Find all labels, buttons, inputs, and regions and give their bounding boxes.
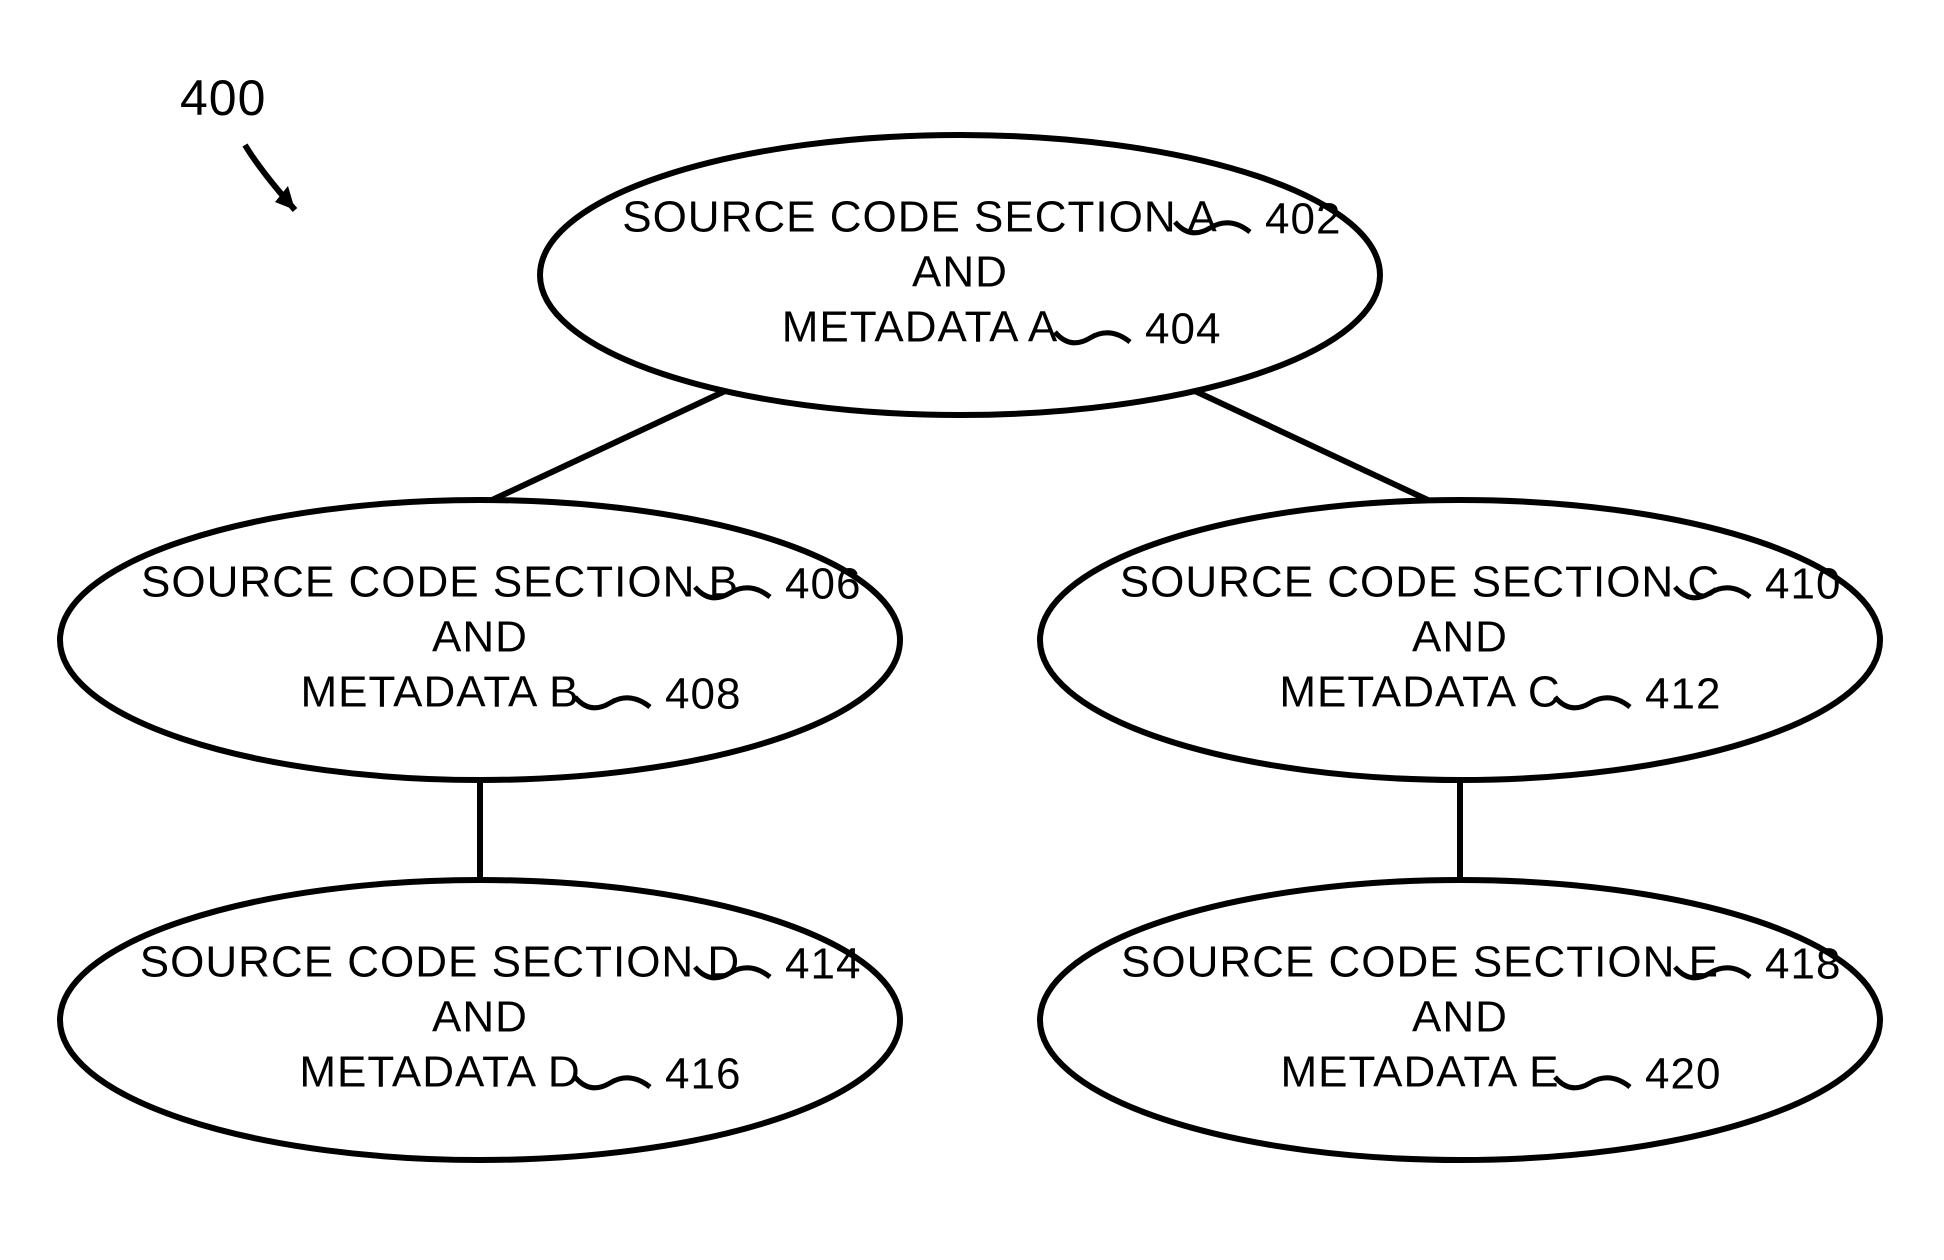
node-e-line1: SOURCE CODE SECTION E	[1121, 938, 1719, 987]
node-b-line3: METADATA B	[301, 668, 580, 717]
node-a-and: AND	[912, 248, 1008, 297]
node-c-and: AND	[1412, 613, 1508, 662]
node-c-ref1: 410	[1765, 560, 1841, 609]
patent-figure-400: 400 SOURCE CODE SECTION A AND METADATA A…	[0, 0, 1944, 1260]
node-c-line3: METADATA C	[1279, 668, 1560, 717]
node-d: SOURCE CODE SECTION D AND METADATA D 414…	[60, 880, 900, 1160]
figure-label: 400	[180, 70, 266, 126]
node-e-and: AND	[1412, 993, 1508, 1042]
node-c: SOURCE CODE SECTION C AND METADATA C 410…	[1040, 500, 1880, 780]
node-d-and: AND	[432, 993, 528, 1042]
node-a-ref1: 402	[1265, 195, 1341, 244]
node-b-ref1: 406	[785, 560, 861, 609]
node-d-line3: METADATA D	[299, 1048, 580, 1097]
node-e: SOURCE CODE SECTION E AND METADATA E 418…	[1040, 880, 1880, 1160]
node-a-line1: SOURCE CODE SECTION A	[622, 193, 1218, 242]
node-d-ref2: 416	[665, 1050, 741, 1099]
node-a-line3: METADATA A	[782, 303, 1059, 352]
node-e-ref1: 418	[1765, 940, 1841, 989]
node-b: SOURCE CODE SECTION B AND METADATA B 406…	[60, 500, 900, 780]
node-d-line1: SOURCE CODE SECTION D	[140, 938, 740, 987]
node-b-ref2: 408	[665, 670, 741, 719]
node-c-line1: SOURCE CODE SECTION C	[1120, 558, 1720, 607]
node-b-line1: SOURCE CODE SECTION B	[141, 558, 739, 607]
node-d-ref1: 414	[785, 940, 861, 989]
node-e-line3: METADATA E	[1281, 1048, 1560, 1097]
node-c-ref2: 412	[1645, 670, 1721, 719]
node-a-ref2: 404	[1145, 305, 1221, 354]
node-b-and: AND	[432, 613, 528, 662]
node-a: SOURCE CODE SECTION A AND METADATA A 402…	[540, 135, 1380, 415]
node-e-ref2: 420	[1645, 1050, 1721, 1099]
